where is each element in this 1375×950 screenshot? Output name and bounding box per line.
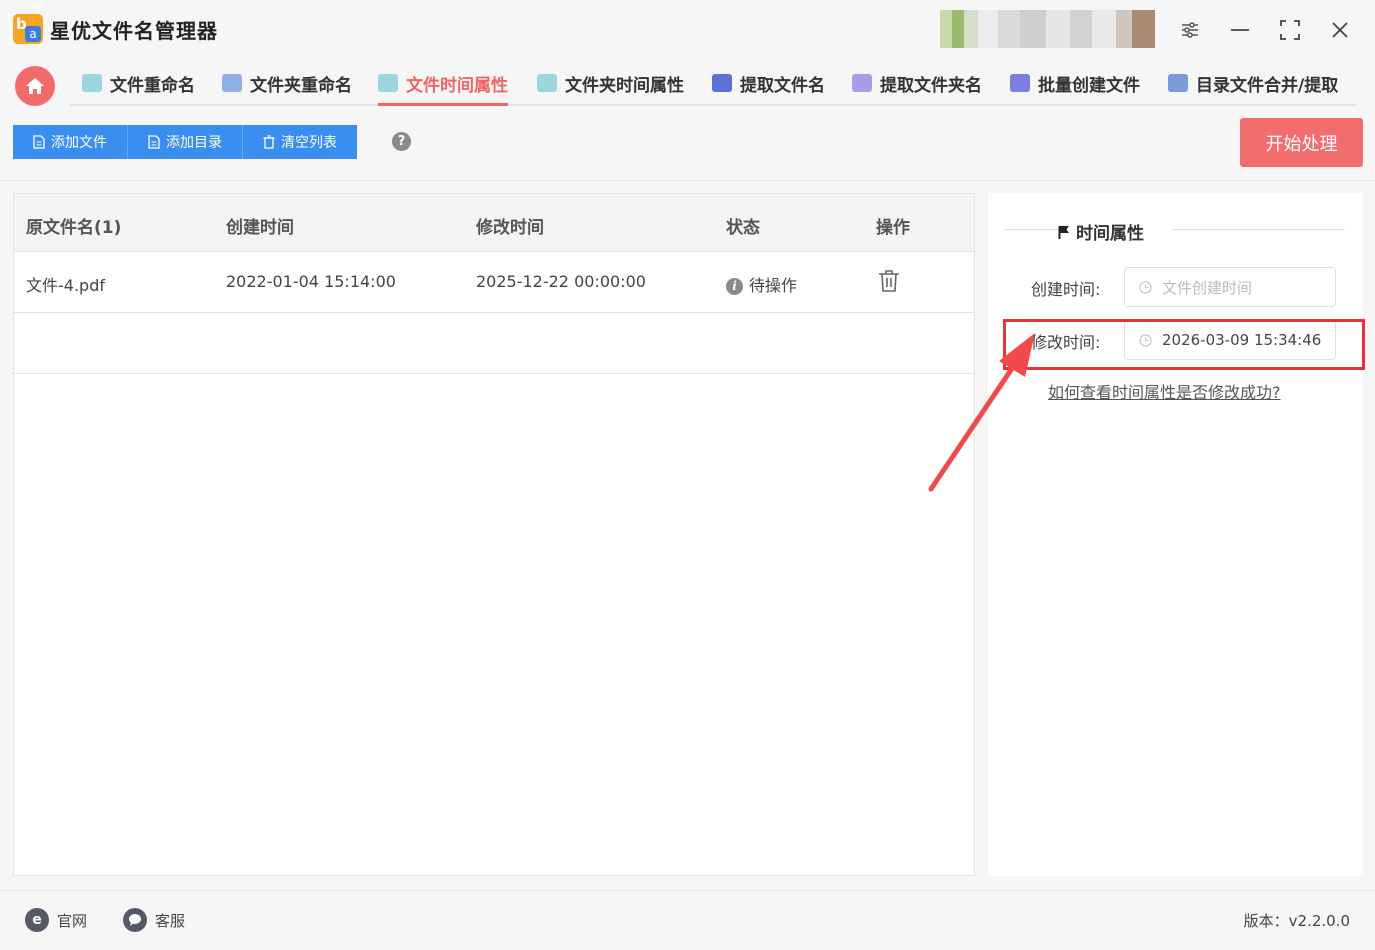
table-row-empty: [14, 313, 974, 374]
start-processing-button[interactable]: 开始处理: [1240, 118, 1363, 167]
tab-label: 批量创建文件: [1038, 75, 1140, 96]
column-header-status: 状态: [726, 218, 760, 238]
trash-icon: [879, 270, 899, 292]
title-bar: ba 星优文件名管理器: [0, 0, 1375, 60]
column-header-filename: 原文件名(1): [26, 218, 122, 238]
tab-label: 目录文件合并/提取: [1196, 75, 1339, 96]
annotation-arrow: [928, 333, 1035, 492]
tab-label: 文件夹重命名: [250, 75, 352, 96]
home-icon: [26, 78, 44, 94]
file-rename-icon: [82, 74, 102, 92]
flag-icon: [1058, 225, 1069, 239]
user-avatar-blurred[interactable]: [940, 10, 1155, 48]
trash-icon: [263, 135, 275, 149]
close-icon[interactable]: [1328, 18, 1352, 42]
folder-time-icon: [537, 74, 557, 92]
section-title: 时间属性: [1058, 219, 1144, 244]
add-directory-button[interactable]: 添加目录: [128, 125, 243, 159]
extract-foldername-icon: [852, 74, 872, 92]
tab-label: 文件夹时间属性: [565, 75, 684, 96]
app-title: 星优文件名管理器: [50, 19, 218, 43]
tab-extract-foldername[interactable]: 提取文件夹名: [852, 62, 982, 104]
support-label: 客服: [155, 911, 186, 930]
divider: [0, 180, 1375, 181]
tab-file-rename[interactable]: 文件重命名: [82, 62, 195, 104]
batch-create-icon: [1010, 74, 1030, 92]
table-header: 原文件名(1) 创建时间 修改时间 状态 操作: [14, 194, 974, 252]
maximize-icon[interactable]: [1278, 18, 1302, 42]
status-text: 待操作: [749, 276, 798, 295]
app-logo-icon: ba: [13, 14, 43, 44]
tab-label: 文件时间属性: [406, 75, 508, 96]
column-header-created: 创建时间: [226, 218, 294, 238]
tab-bar: 文件重命名 文件夹重命名 文件时间属性 文件夹时间属性 提取文件名 提取文件夹名…: [70, 62, 1356, 106]
section-divider: [1173, 229, 1345, 230]
directory-merge-icon: [1168, 74, 1188, 92]
tab-label: 提取文件夹名: [880, 75, 982, 96]
add-file-label: 添加文件: [51, 135, 107, 151]
section-divider: [1005, 229, 1060, 230]
tab-extract-filename[interactable]: 提取文件名: [712, 62, 825, 104]
tab-folder-time-attributes[interactable]: 文件夹时间属性: [537, 62, 684, 104]
column-header-modified: 修改时间: [476, 218, 544, 238]
home-button[interactable]: [15, 66, 55, 106]
tab-batch-create-files[interactable]: 批量创建文件: [1010, 62, 1140, 104]
tab-directory-merge-extract[interactable]: 目录文件合并/提取: [1168, 62, 1338, 104]
website-link[interactable]: e 官网: [25, 908, 87, 932]
cell-modified-time: 2025-12-22 00:00:00: [476, 272, 646, 291]
clear-list-label: 清空列表: [281, 135, 337, 151]
table-row[interactable]: 文件-4.pdf 2022-01-04 15:14:00 2025-12-22 …: [14, 252, 974, 313]
tab-folder-rename[interactable]: 文件夹重命名: [222, 62, 352, 104]
highlight-box: [1003, 319, 1365, 370]
version-text: 版本：v2.2.0.0: [1243, 912, 1350, 930]
delete-row-button[interactable]: [878, 269, 900, 297]
info-icon: i: [726, 278, 743, 295]
column-header-actions: 操作: [876, 218, 910, 238]
ie-browser-icon: e: [25, 908, 49, 932]
clock-icon: [1139, 280, 1152, 294]
minimize-icon[interactable]: [1228, 18, 1252, 42]
created-time-input[interactable]: 文件创建时间: [1124, 267, 1336, 307]
list-toolbar: 添加文件 添加目录 清空列表: [13, 125, 357, 159]
add-directory-label: 添加目录: [166, 135, 222, 151]
support-link[interactable]: 客服: [123, 908, 185, 932]
extract-filename-icon: [712, 74, 732, 92]
created-time-placeholder: 文件创建时间: [1162, 278, 1253, 297]
cell-status: i 待操作: [726, 272, 797, 296]
tab-label: 文件重命名: [110, 75, 195, 96]
tab-label: 提取文件名: [740, 75, 825, 96]
settings-sliders-icon[interactable]: [1178, 18, 1202, 42]
cell-filename: 文件-4.pdf: [26, 276, 105, 295]
help-link[interactable]: 如何查看时间属性是否修改成功?: [1048, 379, 1281, 403]
chat-bubble-icon: [123, 908, 147, 932]
time-attributes-panel: 时间属性 创建时间: 文件创建时间 修改时间: 2026-03-09 15:34…: [988, 193, 1363, 876]
website-label: 官网: [57, 911, 88, 930]
file-icon: [148, 135, 160, 149]
file-table: 原文件名(1) 创建时间 修改时间 状态 操作 文件-4.pdf 2022-01…: [13, 193, 975, 876]
help-icon[interactable]: ?: [392, 132, 411, 151]
tab-file-time-attributes[interactable]: 文件时间属性: [378, 62, 508, 106]
file-time-icon: [378, 74, 398, 92]
section-title-label: 时间属性: [1076, 224, 1144, 244]
add-file-button[interactable]: 添加文件: [13, 125, 128, 159]
footer-divider: [0, 890, 1375, 891]
folder-rename-icon: [222, 74, 242, 92]
file-icon: [33, 135, 45, 149]
clear-list-button[interactable]: 清空列表: [243, 125, 357, 159]
cell-created-time: 2022-01-04 15:14:00: [226, 272, 396, 291]
created-time-label: 创建时间:: [1031, 280, 1101, 299]
